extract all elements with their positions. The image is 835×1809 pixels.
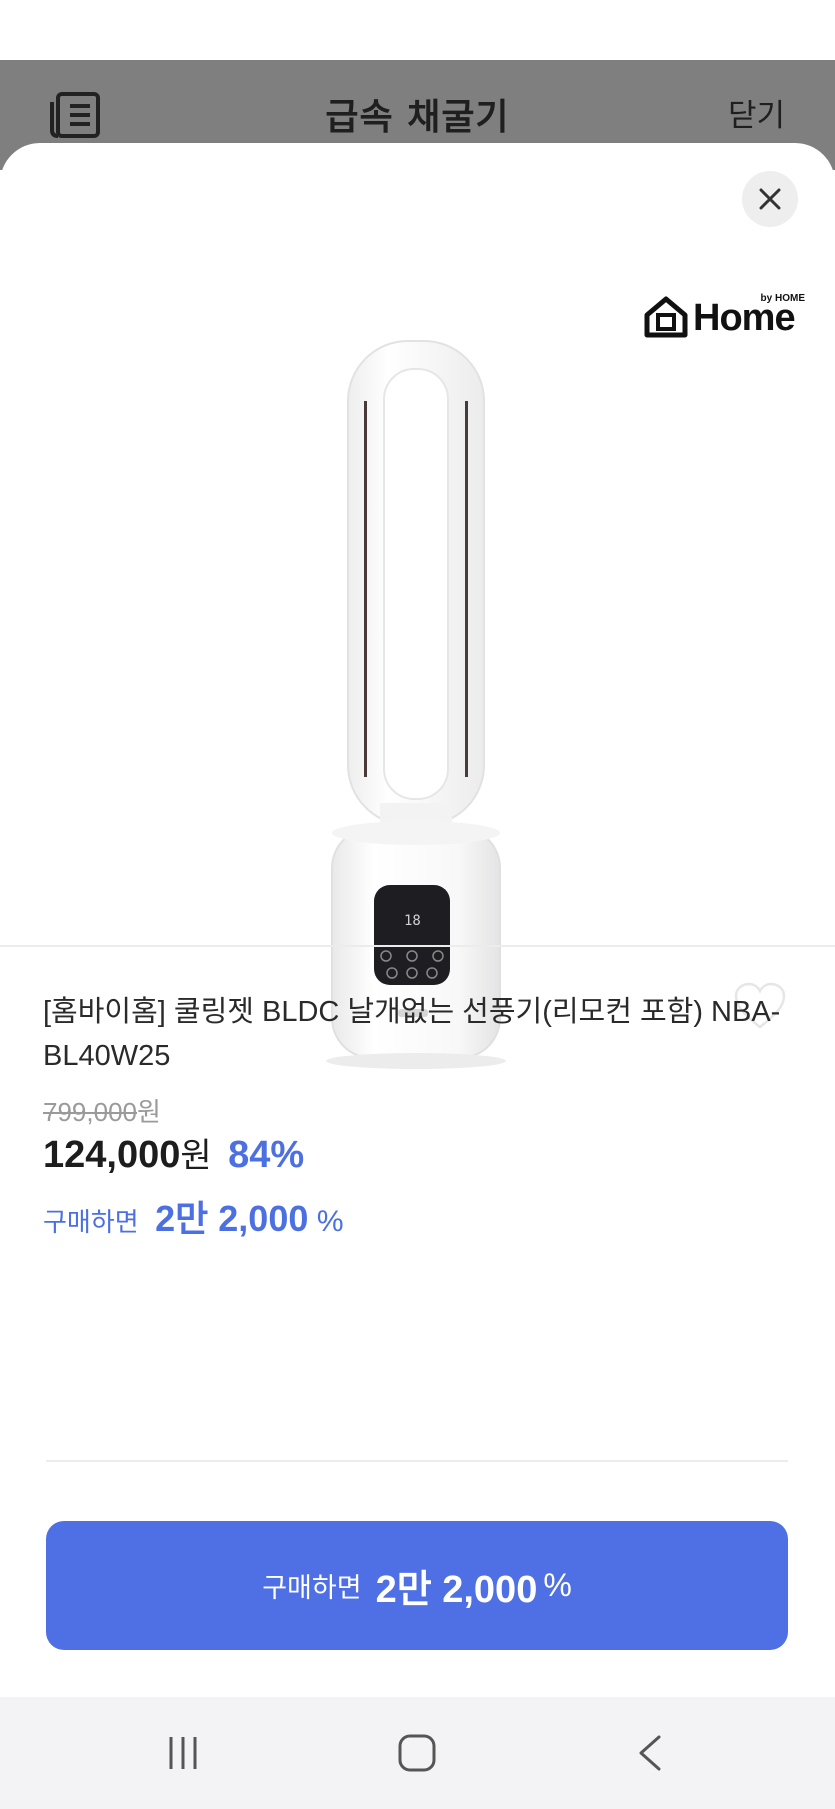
close-button[interactable] (742, 171, 798, 227)
status-bar (0, 0, 835, 60)
home-icon[interactable] (362, 1697, 472, 1809)
original-price-value: 799,000 (43, 1097, 137, 1127)
buy-button-percent: % (543, 1567, 572, 1603)
sale-price-row: 124,000원 84% (43, 1128, 304, 1177)
reward-amount: 2만 2,000 (155, 1198, 309, 1239)
divider (46, 1460, 788, 1462)
divider (0, 945, 835, 947)
original-price: 799,000원 (43, 1092, 161, 1129)
discount-percent: 84% (228, 1134, 305, 1176)
original-price-unit: 원 (136, 1097, 161, 1127)
close-text-button[interactable]: 닫기 (728, 90, 785, 135)
house-logo-icon (644, 296, 688, 338)
display-readout: 18 (404, 913, 421, 929)
buy-button-label: 구매하면 (262, 1573, 362, 1603)
page-title: 급속 채굴기 (325, 97, 510, 138)
reward-label: 구매하면 (43, 1207, 139, 1237)
system-nav-bar (0, 1697, 835, 1809)
recent-apps-icon[interactable] (128, 1697, 238, 1809)
buy-button-amount: 2만 2,000 (375, 1569, 538, 1611)
reward-row: 구매하면 2만 2,000 % (43, 1190, 344, 1242)
brand-logo: by HOME Home (643, 293, 813, 341)
reward-percent: % (316, 1205, 344, 1238)
product-sheet: 18 by HOME Home (0, 143, 835, 1698)
back-icon[interactable] (596, 1697, 706, 1809)
sale-price: 124,000 (43, 1134, 181, 1176)
brand-word: Home (693, 297, 796, 339)
product-title: [홈바이홈] 쿨링젯 BLDC 날개없는 선풍기(리모컨 포함) NBA-BL4… (43, 996, 781, 1072)
buy-button[interactable]: 구매하면 2만 2,000 % (46, 1521, 788, 1650)
close-icon (759, 188, 781, 210)
sale-price-unit: 원 (180, 1137, 212, 1175)
